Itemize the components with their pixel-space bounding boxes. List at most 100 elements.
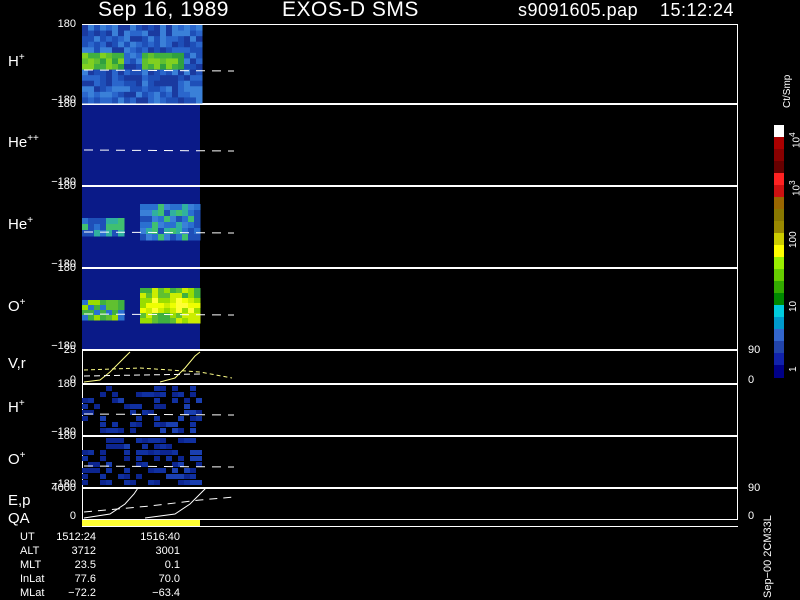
heat-cell xyxy=(106,305,113,311)
heat-cell xyxy=(148,52,155,59)
heat-cell xyxy=(196,398,202,403)
heat-cell xyxy=(82,300,89,306)
heat-cell xyxy=(88,305,95,311)
heat-cell xyxy=(136,36,143,43)
heat-cell xyxy=(160,80,167,87)
heat-cell xyxy=(160,450,166,455)
heat-cell xyxy=(190,91,197,98)
heat-cell xyxy=(142,25,149,32)
heat-cell xyxy=(88,300,95,306)
heat-cell xyxy=(170,216,177,223)
heat-cell xyxy=(106,315,113,321)
heat-cell xyxy=(160,64,167,71)
heat-cell xyxy=(124,64,131,71)
heat-cell xyxy=(154,75,161,82)
heat-cell xyxy=(190,456,196,461)
heat-cell xyxy=(106,224,113,231)
heat-cell xyxy=(94,41,101,48)
heat-cell xyxy=(184,474,190,479)
heat-cell xyxy=(124,80,131,87)
heat-cell xyxy=(82,404,88,409)
heat-cell xyxy=(142,58,149,65)
heat-cell xyxy=(112,30,119,37)
heat-cell xyxy=(148,30,155,37)
heat-cell xyxy=(160,422,166,427)
heat-cell xyxy=(178,91,185,98)
heat-cell xyxy=(182,303,189,309)
heat-cell xyxy=(112,58,119,65)
heat-cell xyxy=(112,392,118,397)
heat-cell xyxy=(164,216,171,223)
heat-cell xyxy=(118,91,125,98)
heat-cell xyxy=(160,36,167,43)
heat-cell xyxy=(148,438,154,443)
heat-cell xyxy=(118,398,124,403)
heat-cell xyxy=(184,97,191,104)
heat-cell xyxy=(142,392,148,397)
heat-cell xyxy=(142,410,148,415)
heat-cell xyxy=(124,36,131,43)
heat-cell xyxy=(130,404,136,409)
heat-cell xyxy=(182,298,189,304)
heat-cell xyxy=(94,75,101,82)
heat-cell xyxy=(148,392,154,397)
heat-cell xyxy=(130,25,137,32)
heat-cell xyxy=(158,210,165,217)
heat-cell xyxy=(88,41,95,48)
heat-cell xyxy=(164,308,171,314)
heat-cell xyxy=(112,444,118,449)
heat-cell xyxy=(196,36,203,43)
heat-cell xyxy=(190,41,197,48)
heat-cell xyxy=(190,392,196,397)
heat-cell xyxy=(88,218,95,225)
heat-cell xyxy=(124,30,131,37)
heat-cell xyxy=(148,58,155,65)
heat-cell xyxy=(152,288,159,294)
heat-cell xyxy=(158,222,165,229)
heat-cell xyxy=(82,416,88,421)
heat-cell xyxy=(190,97,197,104)
heat-cell xyxy=(118,47,125,54)
heat-cell xyxy=(100,310,107,316)
heat-cell xyxy=(124,47,131,54)
heat-cell xyxy=(112,230,119,237)
heat-cell xyxy=(176,288,183,294)
heat-cell xyxy=(130,422,136,427)
heat-cell xyxy=(124,97,131,104)
heat-cell xyxy=(148,64,155,71)
heat-cell xyxy=(154,422,160,427)
heat-cell xyxy=(178,392,184,397)
heat-cell xyxy=(82,58,89,65)
heat-cell xyxy=(112,97,119,104)
heat-cell xyxy=(178,58,185,65)
heat-cell xyxy=(106,444,112,449)
heat-cell xyxy=(146,293,153,299)
heat-cell xyxy=(94,300,101,306)
heat-cell xyxy=(194,222,201,229)
heat-cell xyxy=(106,25,113,32)
heat-cell xyxy=(130,75,137,82)
heat-cell xyxy=(172,30,179,37)
heat-cell xyxy=(118,230,125,237)
heat-cell xyxy=(158,318,165,324)
heat-cell xyxy=(196,480,202,485)
heat-cell xyxy=(188,308,195,314)
heat-cell xyxy=(82,47,89,54)
heat-cell xyxy=(154,456,160,461)
heat-cell xyxy=(154,444,160,449)
heat-cell xyxy=(130,58,137,65)
heat-cell xyxy=(82,468,88,473)
heat-cell xyxy=(152,303,159,309)
heat-cell xyxy=(130,80,137,87)
heat-cell xyxy=(176,204,183,211)
heat-cell xyxy=(100,224,107,231)
heat-cell xyxy=(106,86,113,93)
heat-cell xyxy=(140,216,147,223)
heat-cell xyxy=(172,450,178,455)
heat-cell xyxy=(160,97,167,104)
heat-cell xyxy=(178,75,185,82)
heat-cell xyxy=(164,210,171,217)
heat-cell xyxy=(176,234,183,241)
heat-cell xyxy=(196,41,203,48)
heat-cell xyxy=(88,91,95,98)
